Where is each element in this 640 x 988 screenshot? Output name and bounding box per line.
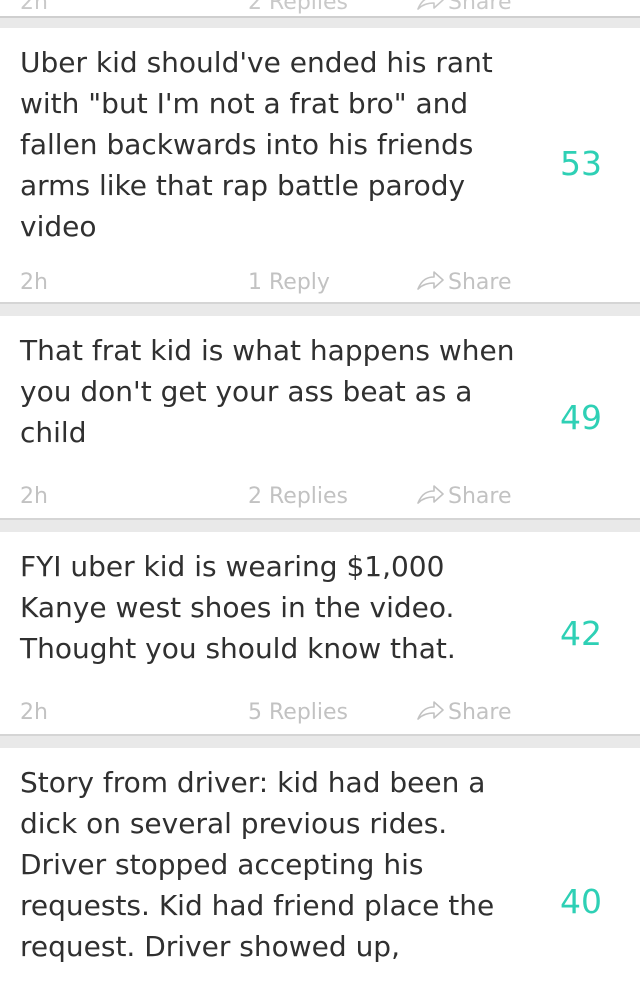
replies-link[interactable]: 2 Replies: [248, 0, 348, 16]
post-card[interactable]: FYI uber kid is wearing $1,000 Kanye wes…: [0, 532, 640, 736]
share-icon: [417, 271, 444, 290]
post-card[interactable]: That frat kid is what happens when you d…: [0, 316, 640, 520]
divider: [0, 16, 640, 18]
post-age: 2h: [20, 270, 48, 295]
share-button[interactable]: Share: [416, 268, 512, 298]
share-label: Share: [448, 484, 512, 509]
post-text: That frat kid is what happens when you d…: [20, 334, 515, 449]
post-footer: 2h 1 Reply Share: [0, 268, 640, 298]
post-text: FYI uber kid is wearing $1,000 Kanye wes…: [20, 550, 456, 665]
post-age: 2h: [20, 700, 48, 725]
post-text: Uber kid should've ended his rant with "…: [20, 46, 493, 243]
previous-post-footer: 2h 2 Replies Share: [0, 0, 640, 16]
share-icon: [417, 701, 444, 720]
share-label: Share: [448, 270, 512, 295]
replies-link[interactable]: 1 Reply: [248, 268, 330, 298]
post-footer: 2h 2 Replies Share: [0, 482, 640, 512]
post-text: Story from driver: kid had been a dick o…: [20, 766, 495, 963]
share-button[interactable]: Share: [416, 482, 512, 512]
replies-link[interactable]: 5 Replies: [248, 698, 348, 728]
share-label: Share: [448, 0, 512, 15]
post-age: 2h: [20, 484, 48, 509]
post-age: 2h: [20, 0, 48, 15]
share-button[interactable]: Share: [416, 0, 512, 16]
post-footer: 2h 5 Replies Share: [0, 698, 640, 728]
share-icon: [417, 0, 444, 10]
post-card[interactable]: Story from driver: kid had been a dick o…: [0, 748, 640, 988]
share-label: Share: [448, 700, 512, 725]
share-icon: [417, 485, 444, 504]
vote-count: 53: [560, 144, 602, 183]
replies-link[interactable]: 2 Replies: [248, 482, 348, 512]
share-button[interactable]: Share: [416, 698, 512, 728]
post-card[interactable]: Uber kid should've ended his rant with "…: [0, 28, 640, 304]
vote-count: 40: [560, 882, 602, 921]
vote-count: 49: [560, 398, 602, 437]
vote-count: 42: [560, 614, 602, 653]
